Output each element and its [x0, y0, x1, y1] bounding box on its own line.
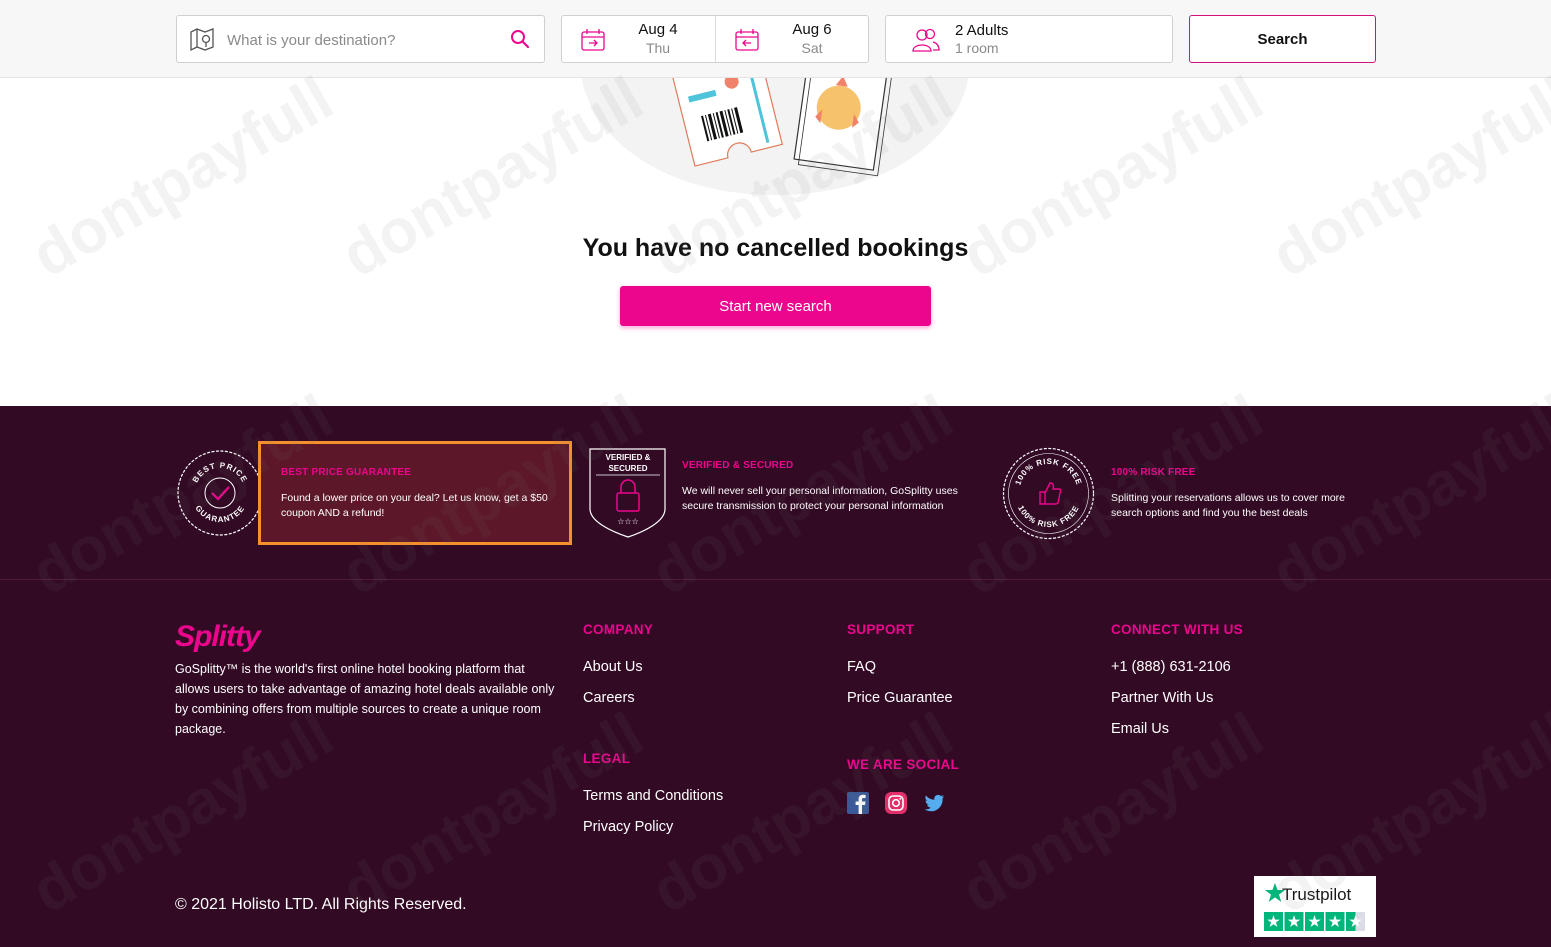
partner-link[interactable]: Partner With Us [1111, 690, 1213, 706]
verified-seal-line2: SECURED [608, 464, 647, 473]
verified-shield-icon: VERIFIED & SECURED ☆☆☆ [589, 448, 666, 538]
svg-text:☆☆☆: ☆☆☆ [617, 517, 639, 526]
price-guarantee-link[interactable]: Price Guarantee [847, 690, 953, 706]
date-picker[interactable]: Aug 4 Thu Aug 6 Sat [561, 15, 869, 63]
support-heading: SUPPORT [847, 622, 915, 637]
risk-free-text: Splitting your reservations allows us to… [1111, 492, 1346, 519]
search-icon[interactable] [510, 29, 530, 49]
empty-bookings-illustration [580, 60, 970, 195]
checkin-date-label: Aug 4 [638, 21, 678, 38]
privacy-link[interactable]: Privacy Policy [583, 819, 673, 835]
facebook-icon[interactable] [847, 792, 869, 814]
risk-free-seal-icon: 100% RISK FREE 100% RISK FREE [1002, 447, 1095, 540]
calendar-checkin-icon [581, 29, 605, 51]
verified-text: We will never sell your personal informa… [682, 485, 958, 512]
guests-selector[interactable]: 2 Adults 1 room [885, 15, 1173, 63]
phone-link[interactable]: +1 (888) 631-2106 [1111, 659, 1231, 675]
twitter-icon[interactable] [923, 792, 945, 814]
best-price-title: BEST PRICE GUARANTEE [281, 467, 412, 478]
social-heading: WE ARE SOCIAL [847, 757, 960, 772]
svg-text:BEST PRICE: BEST PRICE [191, 461, 249, 484]
best-price-seal-top-text: BEST PRICE [191, 461, 248, 484]
best-price-text: Found a lower price on your deal? Let us… [281, 492, 548, 519]
checkin-day-label: Thu [645, 40, 671, 56]
verified-seal-line1: VERIFIED & [606, 453, 651, 462]
trustpilot-label: Trustpilot [1282, 885, 1352, 904]
checkout-date-label: Aug 6 [792, 21, 832, 38]
search-header: Aug 4 Thu Aug 6 Sat 2 Adults 1 room Sear… [0, 0, 1551, 78]
trustpilot-stars-rating [1264, 912, 1365, 931]
calendar-checkout-icon [735, 29, 759, 51]
careers-link[interactable]: Careers [583, 690, 635, 706]
about-text: GoSplitty™ is the world's first online h… [175, 662, 555, 736]
risk-free-title: 100% RISK FREE [1111, 467, 1196, 478]
splitty-logo[interactable]: Splitty [175, 620, 261, 654]
email-link[interactable]: Email Us [1111, 721, 1169, 737]
best-price-seal-bottom-text: GUARANTEE [193, 504, 245, 524]
start-new-search-button[interactable]: Start new search [620, 286, 931, 326]
checkout-date[interactable]: Aug 6 Sat [715, 16, 868, 62]
footer-divider [0, 579, 1551, 580]
risk-free-seal-top-text: 100% RISK FREE [1013, 457, 1082, 486]
copyright-text: © 2021 Holisto LTD. All Rights Reserved. [175, 896, 467, 913]
svg-text:GUARANTEE: GUARANTEE [193, 504, 246, 524]
footer: BEST PRICE GUARANTEE BEST PRICE GUARANTE… [0, 406, 1551, 947]
instagram-icon[interactable] [885, 792, 907, 814]
empty-state-title: You have no cancelled bookings [582, 234, 969, 262]
checkout-day-label: Sat [801, 40, 823, 56]
checkin-date[interactable]: Aug 4 Thu [562, 16, 715, 62]
destination-input[interactable] [227, 28, 497, 52]
verified-title: VERIFIED & SECURED [682, 460, 794, 471]
best-price-seal-icon: BEST PRICE GUARANTEE [177, 450, 263, 536]
trustpilot-widget[interactable]: Trustpilot [1254, 876, 1376, 937]
svg-text:100% RISK FREE: 100% RISK FREE [1013, 457, 1083, 486]
guests-icon [912, 28, 940, 52]
destination-field[interactable] [176, 15, 545, 63]
risk-free-seal-bottom-text: 100% RISK FREE [1016, 504, 1080, 529]
about-us-link[interactable]: About Us [583, 659, 643, 675]
rooms-label: 1 room [955, 40, 999, 56]
legal-heading: LEGAL [583, 751, 631, 766]
company-heading: COMPANY [583, 622, 654, 637]
svg-text:100% RISK FREE: 100% RISK FREE [1016, 504, 1081, 529]
adults-label: 2 Adults [955, 22, 1009, 39]
terms-link[interactable]: Terms and Conditions [583, 788, 723, 804]
map-pin-icon [190, 28, 214, 52]
search-button[interactable]: Search [1189, 15, 1376, 63]
faq-link[interactable]: FAQ [847, 659, 876, 675]
connect-heading: CONNECT WITH US [1111, 622, 1243, 637]
